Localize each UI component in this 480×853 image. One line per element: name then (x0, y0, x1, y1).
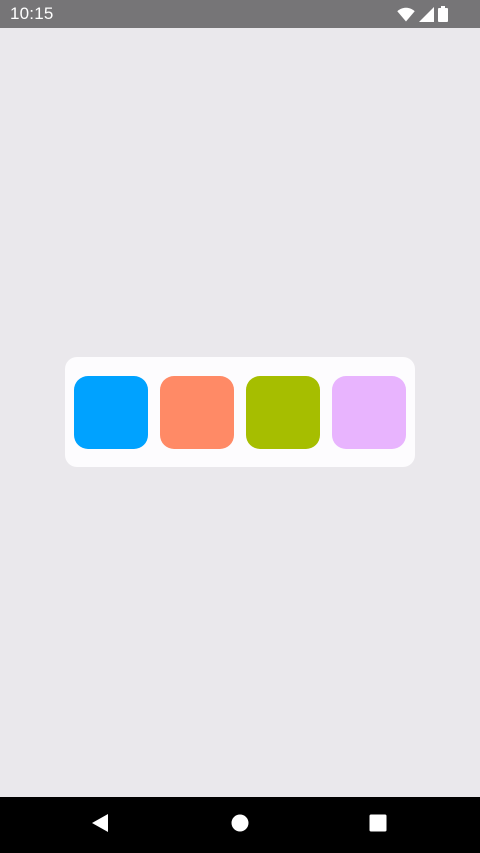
navigation-bar (0, 797, 480, 853)
color-swatch-blue[interactable] (74, 376, 148, 449)
back-button[interactable] (70, 797, 130, 853)
color-palette-card (65, 357, 415, 467)
signal-icon (419, 6, 434, 22)
battery-icon (438, 6, 448, 22)
home-button[interactable] (210, 797, 270, 853)
status-bar: 10:15 (0, 0, 480, 28)
color-swatch-coral[interactable] (160, 376, 234, 449)
main-content (0, 28, 480, 797)
back-icon (91, 813, 109, 838)
color-swatch-lavender[interactable] (332, 376, 406, 449)
home-icon (231, 814, 249, 837)
color-swatch-olive[interactable] (246, 376, 320, 449)
status-icons (397, 6, 448, 22)
recents-button[interactable] (348, 797, 408, 853)
wifi-icon (397, 7, 415, 22)
status-time: 10:15 (10, 4, 54, 23)
recents-icon (369, 814, 387, 837)
